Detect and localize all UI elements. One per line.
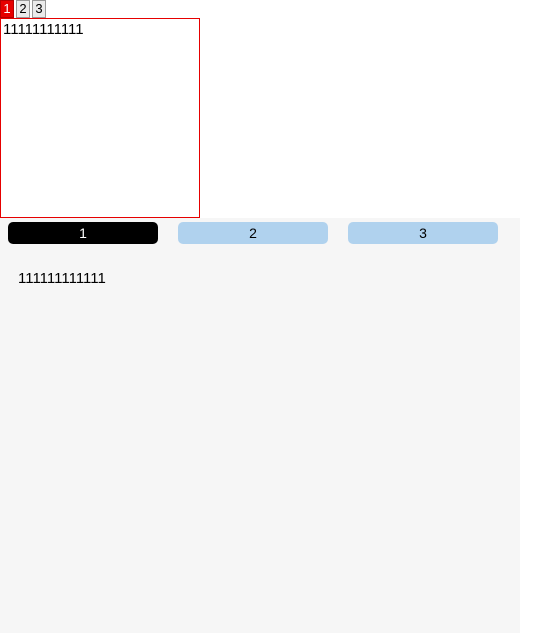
tabset-a-tab-2[interactable]: 2 [16, 0, 30, 18]
tabset-b-tab-3[interactable]: 3 [348, 222, 498, 244]
tabset-b-panel: 111111111111 [0, 244, 520, 313]
tabset-a-tab-1[interactable]: 1 [0, 0, 14, 18]
tabset-a-tab-3[interactable]: 3 [32, 0, 46, 18]
tabset-a-tablist: 1 2 3 [0, 0, 559, 18]
tabset-b: 1 2 3 111111111111 [0, 218, 520, 633]
tabset-b-tab-2[interactable]: 2 [178, 222, 328, 244]
tabset-b-tab-1[interactable]: 1 [8, 222, 158, 244]
tabset-b-tablist: 1 2 3 [0, 218, 520, 244]
tabset-a-panel: 11111111111 [0, 18, 200, 218]
